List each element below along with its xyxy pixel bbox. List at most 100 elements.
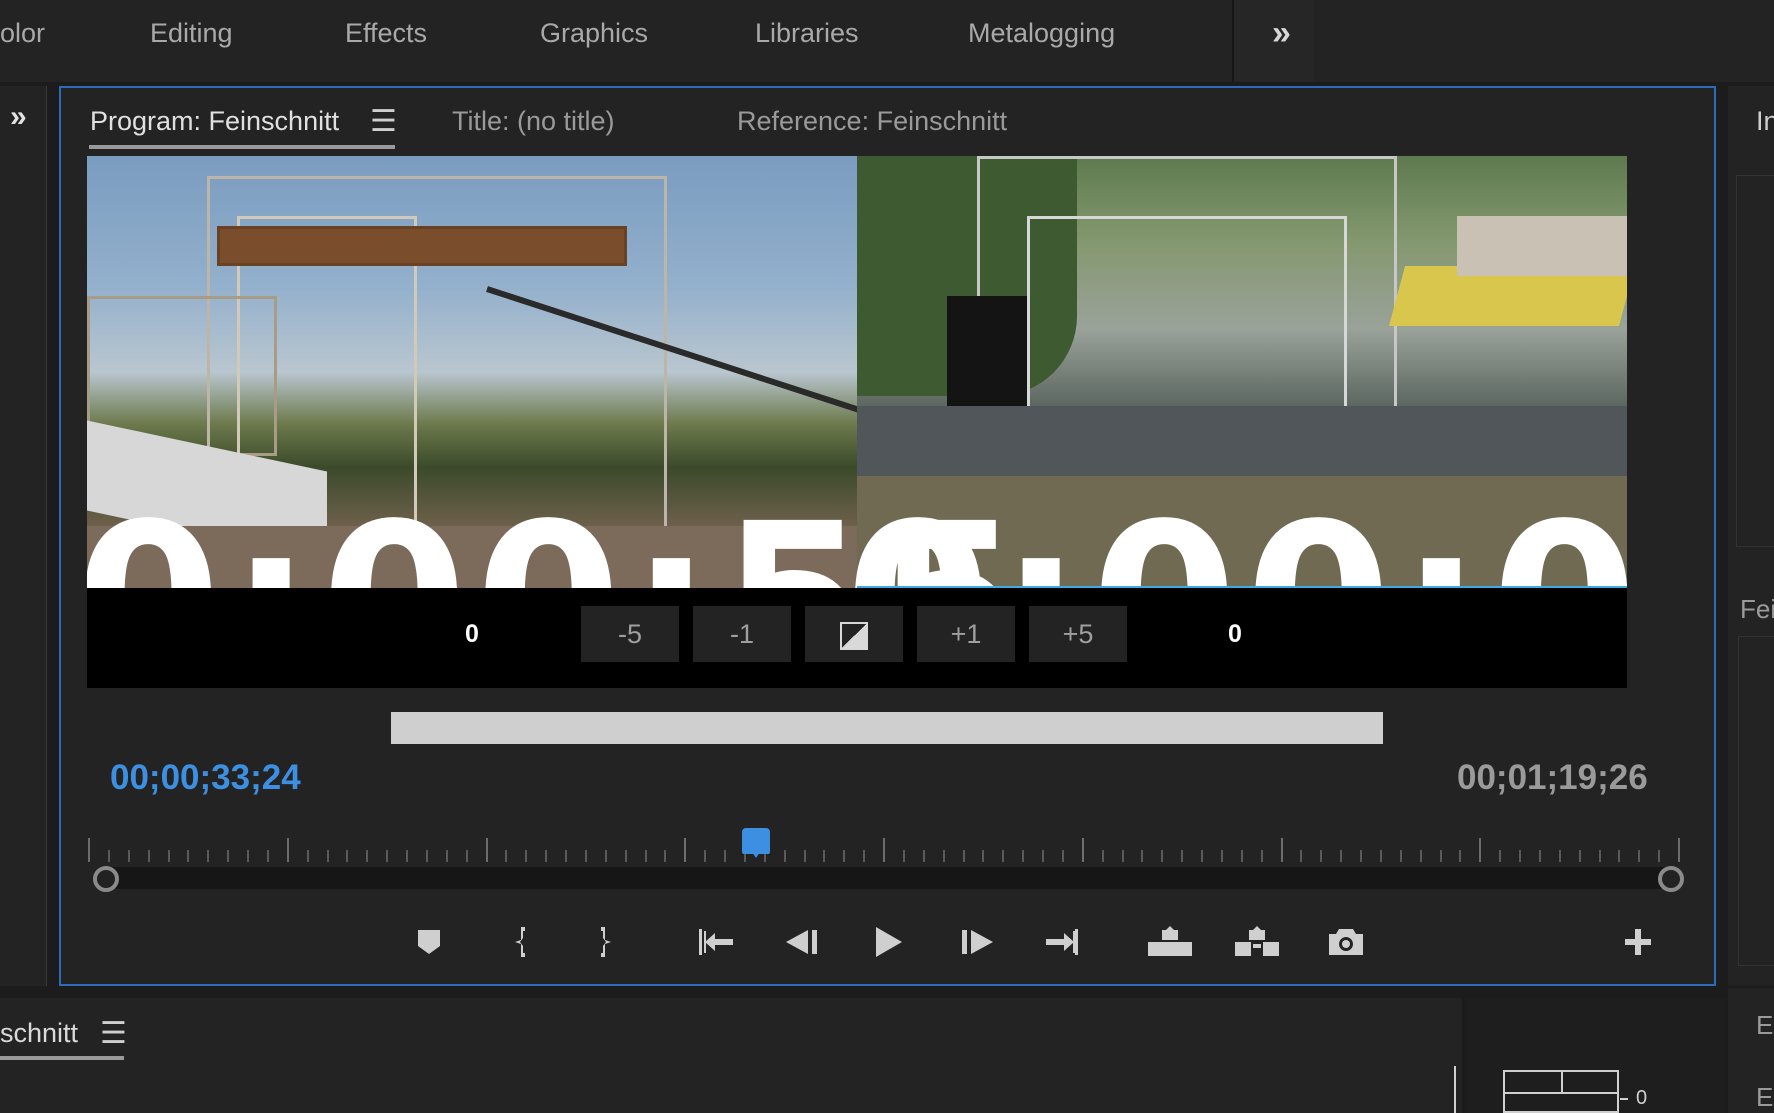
right-bottom-label-1[interactable]: E (1756, 1010, 1773, 1041)
monitor-scroll-track[interactable] (98, 867, 1676, 889)
go-to-out-button[interactable] (1036, 915, 1090, 969)
ruler-tick (88, 838, 90, 862)
trim-toggle-button[interactable] (805, 606, 903, 662)
audio-meter-tick (1620, 1098, 1628, 1100)
panel-menu-icon[interactable]: ☰ (370, 104, 397, 139)
incoming-timecode-overlay: 0:00:00 (845, 496, 1627, 589)
right-panel-lower-content (1738, 636, 1774, 966)
trim-toggle-icon (840, 621, 868, 650)
ruler-tick (604, 850, 607, 862)
trim-minus-5-button[interactable]: -5 (581, 606, 679, 662)
ruler-tick (306, 850, 309, 862)
ruler-tick (962, 850, 965, 862)
zoom-scrollbar[interactable] (391, 712, 1383, 744)
active-tab-indicator (89, 145, 395, 149)
ruler-tick (1201, 850, 1203, 862)
ruler-tick (1499, 850, 1502, 862)
ruler-tick (1578, 850, 1581, 862)
marker-icon (418, 930, 440, 954)
ruler-tick (942, 850, 945, 862)
workspace-tab-editing[interactable]: Editing (150, 18, 233, 49)
workspace-tab-graphics[interactable]: Graphics (540, 18, 648, 49)
workspace-more-icon[interactable]: » (1272, 14, 1291, 53)
ruler-tick (1141, 850, 1144, 862)
go-to-in-icon (699, 929, 733, 955)
ruler-tick (207, 850, 210, 862)
ruler-tick (1022, 850, 1025, 862)
tab-reference[interactable]: Reference: Feinschnitt (737, 106, 1007, 137)
ruler-tick (525, 850, 528, 862)
left-panel-expand-icon[interactable]: » (10, 100, 27, 134)
workspace-bar (0, 0, 1774, 82)
ruler-tick (1399, 850, 1402, 862)
ruler-tick (1002, 850, 1005, 862)
extract-button[interactable] (1230, 915, 1284, 969)
ruler-tick (624, 850, 627, 862)
ruler-tick (326, 850, 329, 862)
ruler-tick (1618, 850, 1621, 862)
mark-out-button[interactable] (576, 915, 630, 969)
ruler-tick (386, 850, 389, 862)
outgoing-trim-offset: 0 (465, 620, 479, 648)
ruler-tick (1658, 850, 1661, 862)
workspace-tab-metalogging[interactable]: Metalogging (968, 18, 1115, 49)
mark-in-button[interactable] (496, 915, 550, 969)
play-button[interactable] (862, 915, 916, 969)
timeline-tab[interactable]: schnitt (0, 1018, 78, 1049)
scroll-handle-end[interactable] (1658, 866, 1684, 892)
playhead-marker[interactable] (741, 828, 770, 854)
timeline-tab-indicator (0, 1056, 124, 1060)
ruler-tick (664, 850, 667, 862)
ruler-tick (1340, 850, 1343, 862)
workspace-tab-color[interactable]: olor (0, 18, 45, 49)
ruler-tick (704, 850, 707, 862)
audio-meter-line (1503, 1092, 1619, 1094)
ruler-tick (902, 850, 905, 862)
left-collapsed-panel (0, 86, 47, 986)
trim-minus-1-button[interactable]: -1 (693, 606, 791, 662)
ruler-tick (1260, 850, 1263, 862)
right-panel-tab[interactable]: In (1756, 106, 1774, 137)
time-ruler[interactable] (88, 838, 1680, 862)
workspace-tab-effects[interactable]: Effects (345, 18, 427, 49)
ruler-tick (1121, 850, 1124, 862)
add-marker-button[interactable] (402, 915, 456, 969)
ruler-tick (883, 838, 885, 862)
step-forward-icon (962, 930, 993, 954)
timeline-menu-icon[interactable]: ☰ (100, 1016, 127, 1051)
ruler-tick (1300, 850, 1303, 862)
right-bottom-label-2[interactable]: E (1756, 1082, 1773, 1113)
ruler-tick (127, 850, 130, 862)
ruler-tick (1538, 850, 1541, 862)
tab-title[interactable]: Title: (no title) (452, 106, 615, 137)
ruler-tick (823, 850, 826, 862)
go-to-in-button[interactable] (689, 915, 743, 969)
ruler-tick (565, 850, 567, 862)
ruler-tick (1181, 850, 1184, 862)
ruler-tick (346, 850, 349, 862)
ruler-tick (982, 850, 985, 862)
audio-meter-zero-label: 0 (1636, 1087, 1648, 1109)
scroll-handle-start[interactable] (93, 866, 119, 892)
tab-program[interactable]: Program: Feinschnitt (90, 106, 339, 137)
export-frame-button[interactable] (1319, 915, 1373, 969)
ruler-tick (167, 850, 170, 862)
ruler-tick (1558, 850, 1561, 862)
ruler-tick (445, 850, 448, 862)
lift-button[interactable] (1143, 915, 1197, 969)
lift-icon (1148, 926, 1192, 956)
ruler-tick (684, 838, 687, 862)
video-preview[interactable]: 0:00:55 0:00:00 (87, 156, 1627, 588)
workspace-tab-libraries[interactable]: Libraries (755, 18, 859, 49)
ruler-tick (1459, 850, 1462, 862)
mark-out-icon (601, 927, 611, 957)
step-back-button[interactable] (775, 915, 829, 969)
ruler-tick (1061, 850, 1064, 862)
trim-plus-5-button[interactable]: +5 (1029, 606, 1127, 662)
button-editor-button[interactable] (1611, 915, 1665, 969)
playhead-timecode[interactable]: 00;00;33;24 (110, 758, 301, 798)
ruler-tick (644, 850, 647, 862)
trim-plus-1-button[interactable]: +1 (917, 606, 1015, 662)
step-forward-button[interactable] (950, 915, 1004, 969)
plus-icon (1625, 929, 1651, 955)
